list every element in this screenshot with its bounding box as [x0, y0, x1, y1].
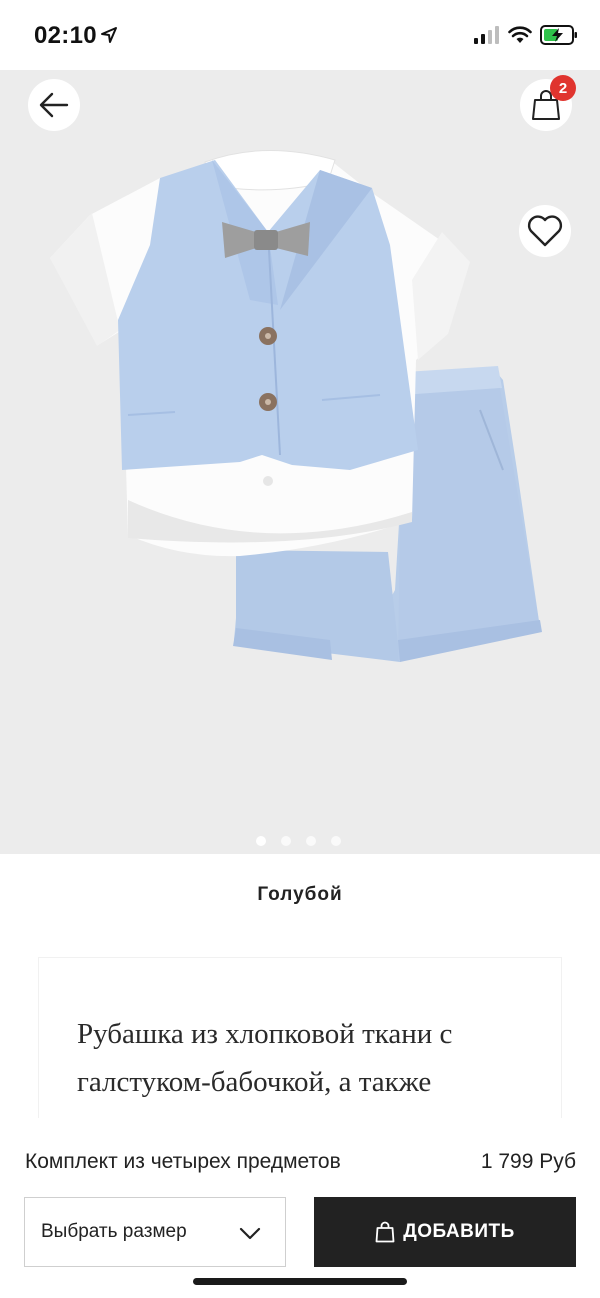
gallery-dot[interactable] [281, 836, 291, 846]
description-card[interactable]: Рубашка из хлопковой ткани с галстуком-б… [39, 958, 561, 1118]
cart-count-badge: 2 [550, 75, 576, 101]
back-button[interactable] [28, 79, 80, 131]
gallery-dot[interactable] [331, 836, 341, 846]
wifi-icon [508, 26, 532, 43]
status-time: 02:10 [34, 22, 97, 49]
battery-charging-icon [540, 25, 577, 45]
status-indicators [474, 24, 578, 46]
arrow-left-icon [39, 92, 69, 118]
status-bar: 02:10 [0, 0, 600, 70]
cellular-signal-icon [474, 26, 499, 44]
description-fade [39, 1108, 561, 1118]
product-price: 1 799 Руб [480, 1150, 576, 1173]
size-select-label: Выбрать размер [41, 1221, 187, 1242]
location-arrow-icon [101, 27, 117, 43]
heart-icon [527, 215, 563, 247]
gallery-dot[interactable] [256, 836, 266, 846]
product-photo-outfit [0, 42, 600, 854]
favorite-button[interactable] [519, 205, 571, 257]
gallery-dot[interactable] [306, 836, 316, 846]
product-title: Комплект из четырех предметов [25, 1150, 341, 1173]
size-select[interactable]: Выбрать размер [24, 1197, 286, 1267]
product-description: Рубашка из хлопковой ткани с галстуком-б… [77, 1018, 453, 1118]
cart-button[interactable]: 2 [520, 75, 576, 131]
color-name: Голубой [257, 884, 343, 905]
add-button-label: ДОБАВИТЬ [403, 1221, 515, 1242]
add-to-cart-button[interactable]: ДОБАВИТЬ [314, 1197, 576, 1267]
product-image-gallery[interactable] [0, 42, 600, 854]
home-indicator[interactable] [193, 1278, 407, 1285]
shopping-bag-icon [375, 1221, 395, 1243]
gallery-pagination[interactable] [256, 836, 341, 846]
chevron-down-icon [239, 1227, 261, 1240]
